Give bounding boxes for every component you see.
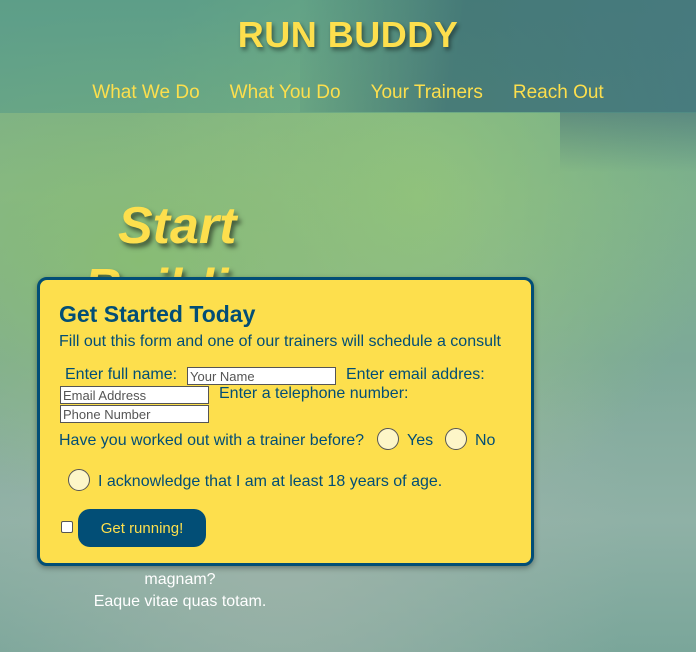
trainer-no-radio[interactable] [445,428,467,450]
site-title: RUN BUDDY [237,14,459,55]
age-ack-radio[interactable] [68,469,90,491]
form-description: Fill out this form and one of our traine… [59,333,501,350]
runner-photo-shadow [560,112,696,172]
trainer-yes-radio[interactable] [377,428,399,450]
hero-heading: Start [118,197,237,255]
age-ack-label: I acknowledge that I am at least 18 year… [98,473,443,490]
trainer-question-label: Have you worked out with a trainer befor… [59,432,365,449]
phone-label: Enter a telephone number: [219,385,409,402]
site-header: RUN BUDDY What We Do What You Do Your Tr… [0,0,696,113]
agree-checkbox[interactable] [61,521,73,533]
nav-what-you-do[interactable]: What You Do [230,82,341,104]
email-input[interactable] [60,386,209,404]
email-label: Enter email addres: [346,366,485,383]
trainer-yes-label: Yes [407,432,434,449]
main-nav: What We Do What You Do Your Trainers Rea… [0,82,696,104]
name-input[interactable] [187,367,336,385]
hero-text-line1: magnam? [144,571,216,588]
nav-reach-out[interactable]: Reach Out [513,82,604,104]
trainer-no-label: No [475,432,496,449]
signup-form: Get Started Today Fill out this form and… [37,277,534,566]
get-running-button[interactable]: Get running! [78,509,206,547]
phone-input[interactable] [60,405,209,423]
nav-what-we-do[interactable]: What We Do [92,82,199,104]
nav-your-trainers[interactable]: Your Trainers [371,82,483,104]
form-title: Get Started Today [59,301,256,327]
hero-text-line2: Eaque vitae quas totam. [93,593,267,610]
name-label: Enter full name: [65,366,178,383]
